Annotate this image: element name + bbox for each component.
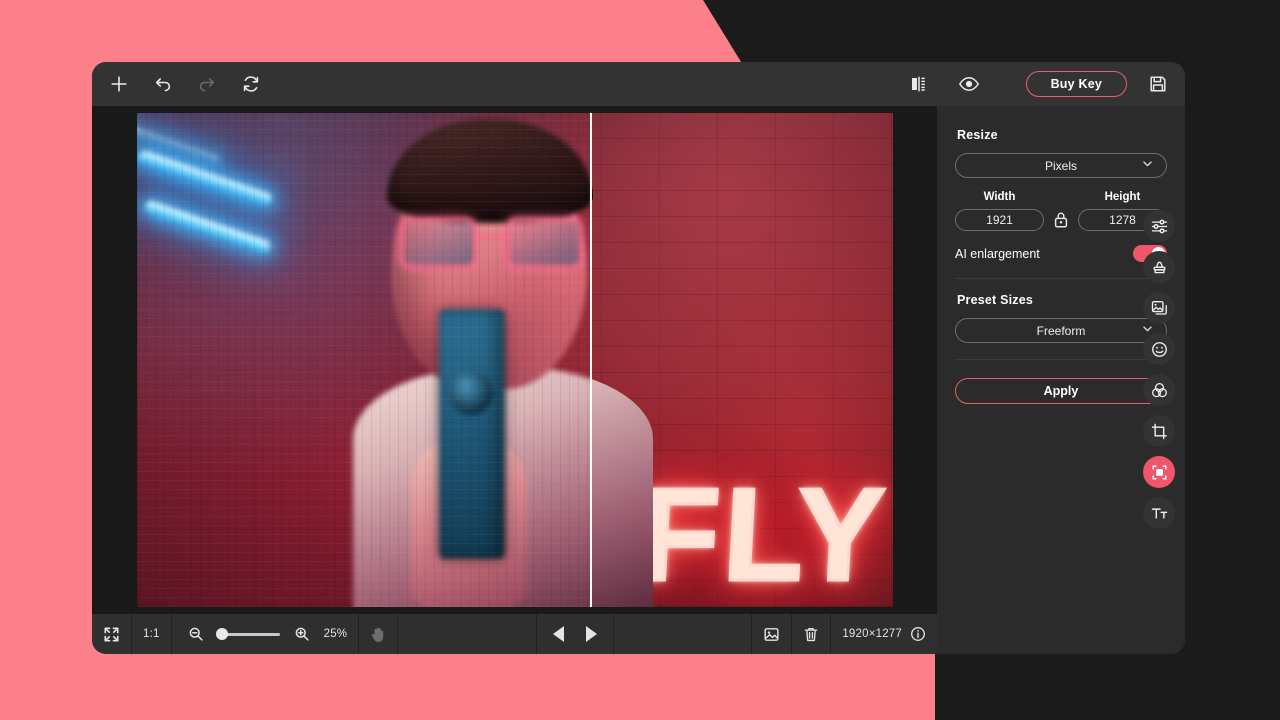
redo-icon[interactable] (194, 71, 220, 97)
ratio-1-1-button[interactable]: 1:1 (132, 614, 172, 654)
image-dimensions-label: 1920×1277 (842, 628, 902, 640)
editor-area: FLY (92, 106, 937, 654)
tool-adjustments[interactable] (1143, 210, 1175, 242)
preset-size-value: Freeform (1037, 324, 1086, 338)
resize-section-title: Resize (957, 128, 1167, 142)
app-window: Buy Key (92, 62, 1185, 654)
width-label: Width (955, 191, 1044, 203)
zoom-level-label: 25% (324, 628, 348, 640)
tool-rail (1143, 210, 1175, 529)
apply-button[interactable]: Apply (955, 378, 1167, 404)
undo-icon[interactable] (150, 71, 176, 97)
divider-1 (955, 278, 1167, 279)
ratio-label: 1:1 (143, 628, 160, 640)
aspect-lock-icon[interactable] (1044, 211, 1078, 231)
next-image-button[interactable] (586, 626, 597, 642)
status-spacer-left (398, 614, 537, 654)
eye-icon[interactable] (956, 71, 982, 97)
info-icon[interactable] (909, 626, 926, 643)
save-icon[interactable] (1145, 71, 1171, 97)
divider-2 (955, 359, 1167, 360)
preset-size-select[interactable]: Freeform (955, 318, 1167, 343)
plus-icon[interactable] (106, 71, 132, 97)
zoom-in-icon[interactable] (289, 621, 315, 647)
buy-key-button[interactable]: Buy Key (1026, 71, 1127, 97)
compare-divider-handle[interactable] (590, 113, 592, 607)
pixelation-overlay (137, 113, 591, 607)
status-bar: 1:1 (92, 614, 937, 654)
tool-resize[interactable] (1143, 456, 1175, 488)
tool-face-retouch[interactable] (1143, 333, 1175, 365)
top-toolbar: Buy Key (92, 62, 1185, 106)
tool-color-mix[interactable] (1143, 374, 1175, 406)
screen: Buy Key (0, 0, 1280, 720)
tool-crop[interactable] (1143, 415, 1175, 447)
fit-to-screen-button[interactable] (92, 614, 132, 654)
tool-stamp[interactable] (1143, 251, 1175, 283)
zoom-slider-handle[interactable] (216, 628, 228, 640)
zoom-controls: 25% (172, 614, 360, 654)
width-group: Width 1921 (955, 191, 1044, 231)
window-body: FLY (92, 106, 1185, 654)
image-canvas[interactable]: FLY (137, 113, 893, 607)
preset-sizes-title: Preset Sizes (957, 293, 1167, 307)
chevron-down-icon (1141, 157, 1154, 173)
delete-button[interactable] (792, 614, 831, 654)
pan-tool-button[interactable] (359, 614, 398, 654)
width-input[interactable]: 1921 (955, 209, 1044, 231)
zoom-out-icon[interactable] (183, 621, 209, 647)
image-dimensions-cell: 1920×1277 (831, 614, 937, 654)
before-half (137, 113, 591, 607)
refresh-icon[interactable] (238, 71, 264, 97)
canvas-viewport[interactable]: FLY (92, 106, 937, 614)
unit-select-value: Pixels (1045, 159, 1077, 173)
zoom-slider[interactable] (218, 633, 280, 636)
tool-layers[interactable] (1143, 292, 1175, 324)
status-spacer-right (614, 614, 753, 654)
previous-image-button[interactable] (553, 626, 564, 642)
height-label: Height (1078, 191, 1167, 203)
image-navigation (537, 614, 614, 654)
tool-text[interactable] (1143, 497, 1175, 529)
ai-enlargement-label: AI enlargement (955, 247, 1040, 261)
ai-enlargement-row: AI enlargement (955, 245, 1167, 262)
unit-select[interactable]: Pixels (955, 153, 1167, 178)
dimension-inputs: Width 1921 Height 1278 (955, 191, 1167, 231)
open-image-button[interactable] (752, 614, 792, 654)
split-compare-icon[interactable] (906, 71, 932, 97)
